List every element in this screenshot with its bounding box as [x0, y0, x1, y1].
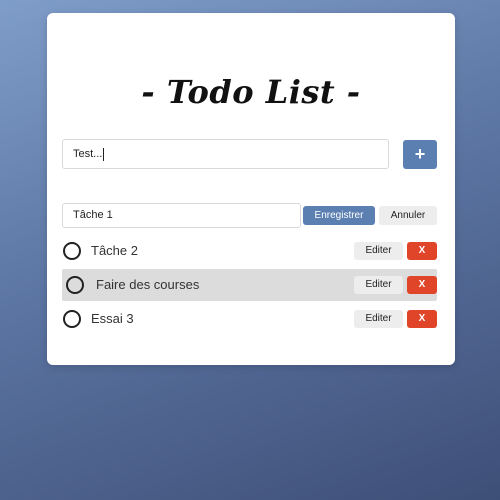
text-caret — [103, 147, 105, 161]
app-title: - Todo List - — [141, 73, 361, 111]
task-label: Essai 3 — [91, 311, 134, 326]
task-checkbox[interactable] — [66, 276, 84, 294]
task-row: Essai 3 Editer X — [62, 303, 437, 335]
todo-card: - Todo List - Test... + Tâche 1 Enregist… — [47, 13, 455, 365]
edit-task-button[interactable]: Editer — [354, 276, 403, 294]
task-checkbox[interactable] — [63, 310, 81, 328]
task-row-highlighted: Faire des courses Editer X — [62, 269, 437, 301]
delete-task-button[interactable]: X — [407, 276, 437, 294]
delete-task-button[interactable]: X — [407, 242, 437, 260]
task-label: Tâche 2 — [91, 243, 138, 258]
edit-task-button[interactable]: Editer — [354, 242, 403, 260]
task-row: Tâche 2 Editer X — [62, 235, 437, 267]
edit-task-button[interactable]: Editer — [354, 310, 403, 328]
new-task-value: Test... — [73, 148, 103, 160]
edit-task-input[interactable]: Tâche 1 — [62, 203, 301, 228]
save-button[interactable]: Enregistrer — [303, 206, 375, 225]
delete-task-button[interactable]: X — [407, 310, 437, 328]
edit-task-value: Tâche 1 — [73, 209, 113, 221]
task-label: Faire des courses — [96, 277, 200, 292]
new-task-input[interactable]: Test... — [62, 139, 389, 169]
task-checkbox[interactable] — [63, 242, 81, 260]
add-task-button[interactable]: + — [403, 140, 437, 169]
cancel-button[interactable]: Annuler — [379, 206, 437, 225]
